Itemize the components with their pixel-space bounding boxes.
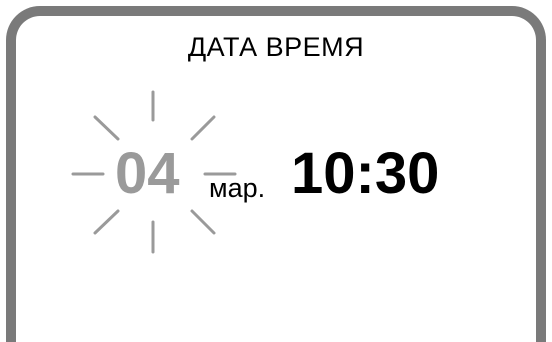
blink-ray [190, 209, 216, 235]
blink-indicator-icon [71, 90, 237, 254]
day-value: 04 [115, 141, 180, 206]
blink-ray [93, 209, 120, 235]
time-value: 10:30 [291, 141, 440, 206]
month-label: мар. [209, 173, 266, 203]
blink-ray [190, 115, 216, 141]
blink-ray [93, 115, 120, 141]
